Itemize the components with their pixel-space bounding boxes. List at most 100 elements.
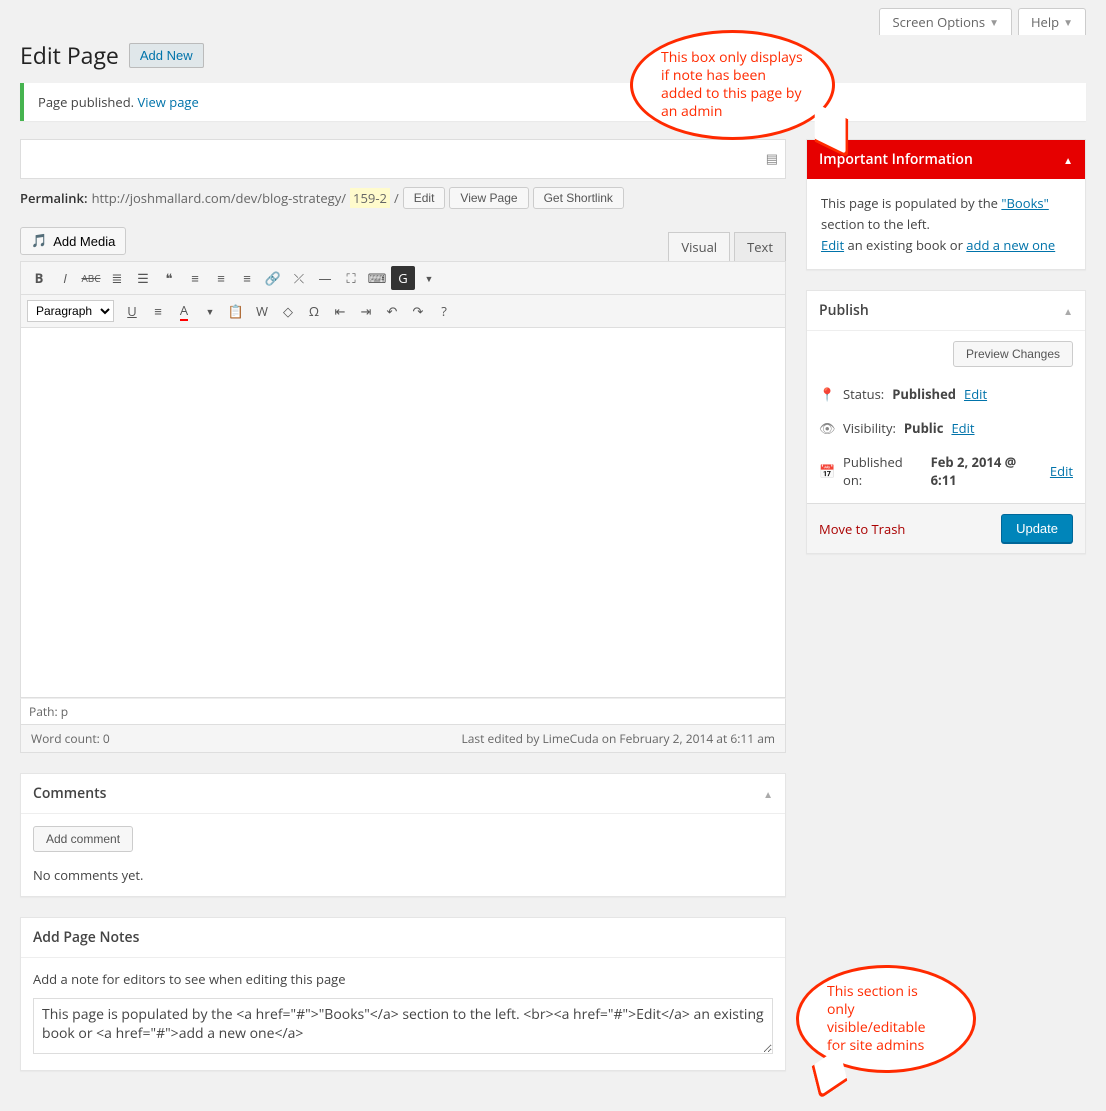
special-char-icon[interactable]: Ω	[302, 299, 326, 323]
paste-text-icon[interactable]: 📋	[224, 299, 248, 323]
move-to-trash-link[interactable]: Move to Trash	[819, 520, 905, 538]
outdent-icon[interactable]: ⇤	[328, 299, 352, 323]
comments-box-header[interactable]: Comments ▲	[21, 774, 785, 814]
chevron-down-icon: ▼	[989, 15, 999, 29]
page-notes-header[interactable]: Add Page Notes	[21, 918, 785, 958]
comments-empty-text: No comments yet.	[33, 866, 773, 884]
published-value: Feb 2, 2014 @ 6:11	[931, 453, 1042, 489]
add-new-button[interactable]: Add New	[129, 43, 204, 68]
published-edit-link[interactable]: Edit	[1050, 462, 1073, 480]
help-label: Help	[1031, 13, 1059, 31]
underline-icon[interactable]: U	[120, 299, 144, 323]
post-title-input[interactable]	[20, 139, 786, 179]
update-button[interactable]: Update	[1001, 514, 1073, 543]
page-notes-title: Add Page Notes	[33, 928, 139, 947]
visibility-edit-link[interactable]: Edit	[951, 419, 974, 437]
get-shortlink-button[interactable]: Get Shortlink	[533, 187, 624, 209]
bulleted-list-icon[interactable]: ≣	[105, 266, 129, 290]
chevron-down-icon: ▼	[1063, 15, 1073, 29]
undo-icon[interactable]: ↶	[380, 299, 404, 323]
word-count: Word count: 0	[31, 730, 110, 747]
link-icon[interactable]: 🔗	[261, 266, 285, 290]
status-label: Status:	[843, 385, 884, 403]
camera-icon: 🎵	[31, 233, 47, 249]
important-info-header[interactable]: Important Information ▲	[807, 140, 1085, 179]
help-icon[interactable]: ?	[432, 299, 456, 323]
redo-icon[interactable]: ↷	[406, 299, 430, 323]
align-center-icon[interactable]: ≡	[209, 266, 233, 290]
triangle-up-icon: ▲	[1063, 304, 1073, 318]
triangle-up-icon: ▲	[1063, 153, 1073, 167]
edit-book-link[interactable]: Edit	[821, 236, 844, 254]
permalink-row: Permalink: http://joshmallard.com/dev/bl…	[20, 187, 786, 209]
permalink-slug[interactable]: 159-2	[350, 188, 390, 208]
triangle-up-icon: ▲	[763, 787, 773, 801]
unlink-icon[interactable]: ⤫	[287, 266, 311, 290]
permalink-view-page-button[interactable]: View Page	[449, 187, 528, 209]
page-notes-textarea[interactable]: This page is populated by the <a href="#…	[33, 998, 773, 1054]
add-comment-button[interactable]: Add comment	[33, 826, 133, 852]
visibility-label: Visibility:	[843, 419, 896, 437]
add-media-label: Add Media	[53, 234, 115, 249]
chevron-down-icon[interactable]: ▼	[198, 299, 222, 323]
blockquote-icon[interactable]: ❝	[157, 266, 181, 290]
important-text-1: This page is populated by the	[821, 194, 1001, 212]
document-icon: ▤	[766, 149, 778, 167]
page-title: Edit Page	[20, 39, 119, 71]
editor-path: Path: p	[20, 698, 786, 725]
tab-visual[interactable]: Visual	[668, 232, 730, 261]
bold-icon[interactable]: B	[27, 266, 51, 290]
view-page-link[interactable]: View page	[137, 93, 198, 111]
more-icon[interactable]: ―	[313, 266, 337, 290]
numbered-list-icon[interactable]: ☰	[131, 266, 155, 290]
annotation-bubble-2: This section is only visible/editable fo…	[796, 965, 976, 1073]
status-edit-link[interactable]: Edit	[964, 385, 987, 403]
annotation-bubble-1: This box only displays if note has been …	[630, 30, 835, 140]
visibility-value: Public	[904, 419, 944, 437]
annotation-text-1: This box only displays if note has been …	[661, 49, 804, 122]
editor-toolbar-row-2: Paragraph U ≡ A ▼ 📋 W ◇ Ω ⇤ ⇥ ↶ ↷ ?	[20, 295, 786, 328]
eye-icon: 👁	[819, 419, 835, 437]
important-text-3: an existing book or	[844, 236, 966, 254]
add-new-book-link[interactable]: add a new one	[966, 236, 1055, 254]
editor-content-area[interactable]	[20, 328, 786, 698]
text-color-icon[interactable]: A	[172, 299, 196, 323]
help-tab[interactable]: Help ▼	[1018, 8, 1086, 35]
align-right-icon[interactable]: ≡	[235, 266, 259, 290]
g-icon[interactable]: G	[391, 266, 415, 290]
preview-changes-button[interactable]: Preview Changes	[953, 341, 1073, 367]
paste-word-icon[interactable]: W	[250, 299, 274, 323]
annotation-text-2: This section is only visible/editable fo…	[827, 983, 945, 1056]
calendar-icon: 📅	[819, 462, 835, 480]
screen-options-label: Screen Options	[892, 13, 985, 31]
pin-icon: 📍	[819, 385, 835, 403]
eraser-icon[interactable]: ◇	[276, 299, 300, 323]
permalink-label: Permalink:	[20, 189, 88, 207]
tab-text[interactable]: Text	[734, 232, 786, 261]
strikethrough-icon[interactable]: ABC	[79, 266, 103, 290]
chevron-down-icon[interactable]: ▼	[417, 266, 441, 290]
align-left-icon[interactable]: ≡	[183, 266, 207, 290]
add-media-button[interactable]: 🎵 Add Media	[20, 227, 126, 255]
fullscreen-icon[interactable]: ⛶	[339, 266, 363, 290]
important-text-2: section to the left.	[821, 215, 930, 233]
publish-notice: Page published. View page	[20, 83, 1086, 121]
publish-box-header[interactable]: Publish ▲	[807, 291, 1085, 331]
publish-title: Publish	[819, 301, 869, 320]
permalink-trail: /	[394, 189, 399, 207]
format-select[interactable]: Paragraph	[27, 300, 114, 322]
books-link[interactable]: "Books"	[1001, 194, 1048, 212]
align-justify-icon[interactable]: ≡	[146, 299, 170, 323]
status-value: Published	[892, 385, 956, 403]
screen-options-tab[interactable]: Screen Options ▼	[879, 8, 1012, 35]
permalink-url-base: http://joshmallard.com/dev/blog-strategy…	[92, 189, 346, 207]
keyboard-icon[interactable]: ⌨	[365, 266, 389, 290]
indent-icon[interactable]: ⇥	[354, 299, 378, 323]
comments-title: Comments	[33, 784, 106, 803]
last-edited: Last edited by LimeCuda on February 2, 2…	[461, 730, 775, 747]
italic-icon[interactable]: I	[53, 266, 77, 290]
published-label: Published on:	[843, 453, 923, 489]
permalink-edit-button[interactable]: Edit	[403, 187, 446, 209]
editor-toolbar-row-1: B I ABC ≣ ☰ ❝ ≡ ≡ ≡ 🔗 ⤫ ― ⛶ ⌨ G ▼	[20, 261, 786, 295]
page-notes-help: Add a note for editors to see when editi…	[33, 970, 773, 988]
